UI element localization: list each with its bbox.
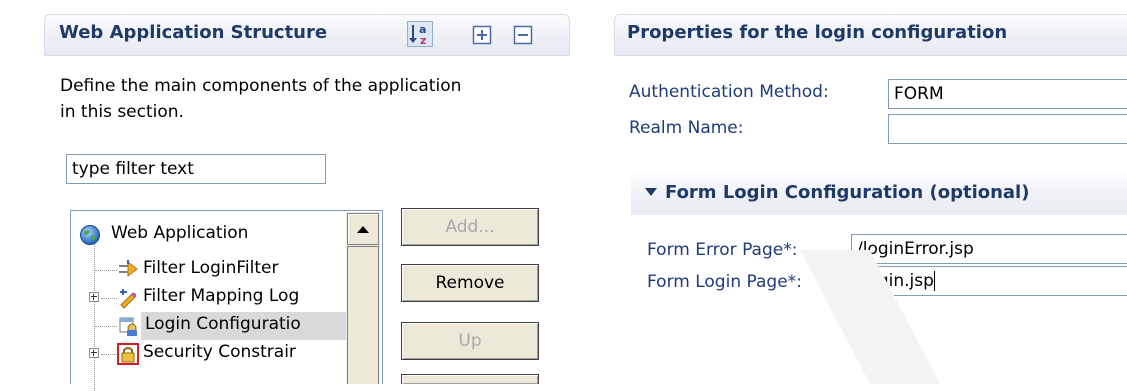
web-app-structure-header: Web Application Structure a z	[44, 14, 570, 56]
expand-all-icon[interactable]	[472, 25, 492, 45]
section-title: Web Application Structure	[59, 22, 328, 43]
remove-button[interactable]: Remove	[401, 264, 539, 302]
scroll-thumb[interactable]	[347, 246, 379, 384]
filter-input[interactable]: type filter text	[66, 154, 326, 184]
auth-method-label: Authentication Method:	[629, 82, 829, 102]
section-description-line2: in this section.	[60, 102, 184, 122]
realm-name-field[interactable]	[888, 114, 1127, 144]
expand-toggle[interactable]	[89, 348, 99, 358]
tree-item-label: Security Constrair	[143, 342, 296, 362]
filter-icon	[119, 260, 138, 278]
tree-item-label: Login Configuratio	[145, 314, 301, 334]
tree-item-label: Web Application	[111, 223, 249, 243]
sort-alphabetical-icon[interactable]: a z	[407, 21, 433, 47]
properties-header: Properties for the login configuration	[614, 14, 1127, 56]
up-button[interactable]: Up	[401, 322, 539, 360]
tree-item-login-configuration[interactable]: Login Configuratio	[71, 312, 347, 340]
section-title: Properties for the login configuration	[627, 22, 1008, 43]
arrow-up-icon	[357, 226, 369, 233]
lock-icon	[117, 343, 139, 365]
scroll-up-button[interactable]	[347, 213, 379, 245]
svg-text:z: z	[420, 34, 426, 47]
tree-item-security-constraint[interactable]: Security Constrair	[71, 340, 341, 368]
expand-toggle[interactable]	[89, 292, 99, 302]
globe-icon	[80, 225, 100, 245]
tree-item-label: Filter Mapping Log	[143, 286, 300, 306]
down-button[interactable]	[401, 374, 539, 384]
filter-mapping-icon	[120, 289, 137, 309]
realm-name-label: Realm Name:	[629, 118, 744, 138]
tree-item-web-application[interactable]: Web Application	[71, 221, 341, 249]
collapse-triangle-icon[interactable]	[645, 188, 657, 196]
subsection-title: Form Login Configuration (optional)	[665, 182, 1030, 203]
tree-item-filter-mapping[interactable]: Filter Mapping Log	[71, 284, 341, 312]
form-login-section-header[interactable]: Form Login Configuration (optional)	[631, 173, 1127, 215]
auth-method-field[interactable]: FORM	[888, 79, 1127, 109]
tree-item-label: Filter LoginFilter	[143, 258, 279, 278]
tree-item-filter-loginfilter[interactable]: Filter LoginFilter	[71, 256, 341, 284]
collapse-all-icon[interactable]	[513, 25, 533, 45]
structure-tree[interactable]: Web Application Filter LoginFilter Filte…	[70, 210, 383, 391]
watermark-shape	[800, 250, 940, 384]
section-description-line1: Define the main components of the applic…	[60, 76, 462, 96]
login-config-icon	[119, 317, 137, 336]
add-button[interactable]: Add...	[401, 208, 539, 246]
